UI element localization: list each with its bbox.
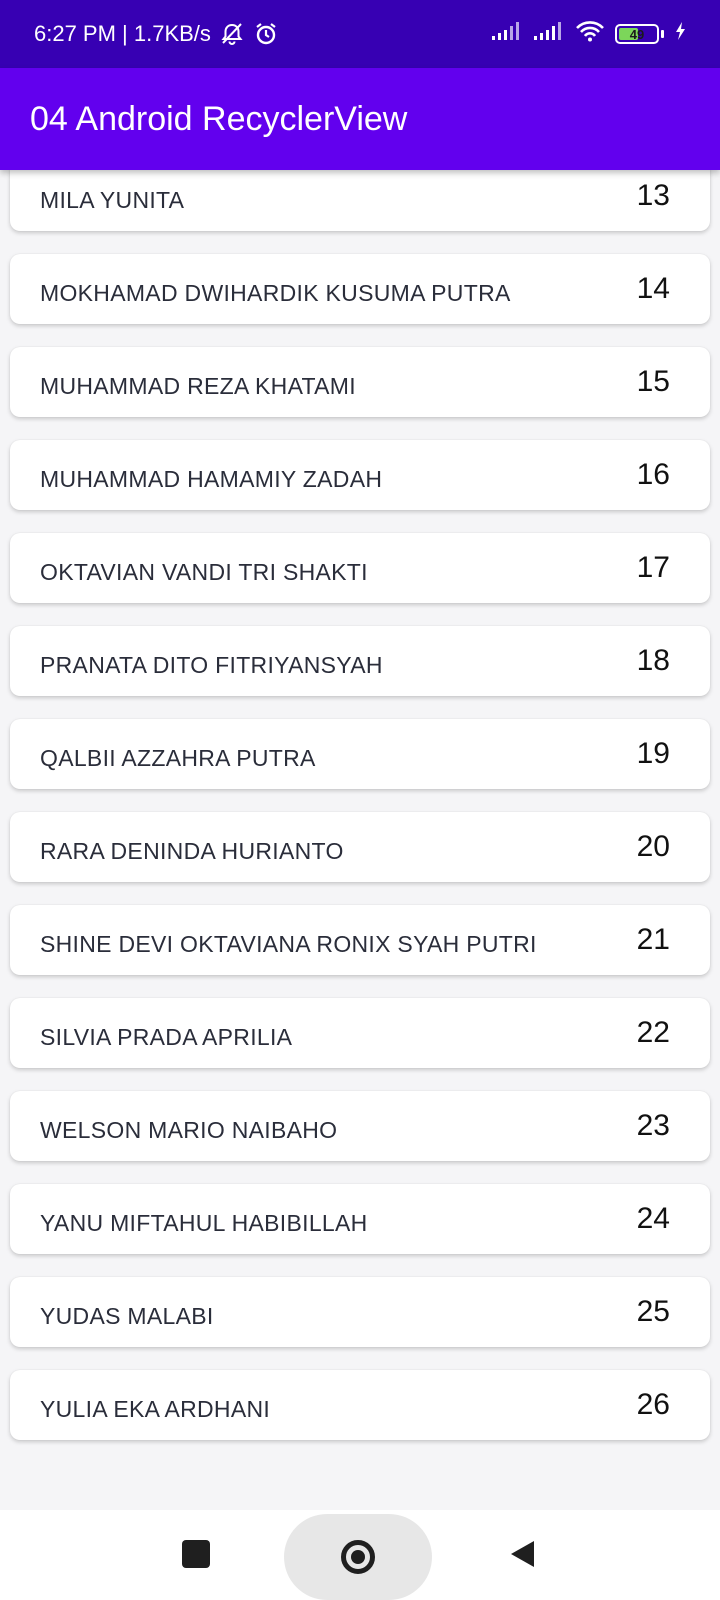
item-number: 17 bbox=[636, 551, 670, 584]
navigation-bar bbox=[0, 1510, 720, 1600]
battery-icon: 49 bbox=[615, 24, 659, 44]
status-left: 6:27 PM | 1.7KB/s bbox=[34, 21, 279, 47]
app-bar: 04 Android RecyclerView bbox=[0, 68, 720, 170]
item-number: 24 bbox=[636, 1202, 670, 1235]
signal-icon bbox=[491, 21, 523, 47]
wifi-icon bbox=[575, 20, 605, 48]
item-name: SILVIA PRADA APRILIA bbox=[40, 1024, 293, 1050]
item-name: MUHAMMAD REZA KHATAMI bbox=[40, 373, 356, 399]
list-item[interactable]: WELSON MARIO NAIBAHO 23 bbox=[10, 1091, 710, 1161]
item-name: MUHAMMAD HAMAMIY ZADAH bbox=[40, 466, 383, 492]
item-name: PRANATA DITO FITRIYANSYAH bbox=[40, 652, 383, 678]
status-right: 49 bbox=[491, 20, 686, 48]
list-item[interactable]: YUDAS MALABI 25 bbox=[10, 1277, 710, 1347]
home-circle-icon bbox=[341, 1540, 375, 1574]
list-item[interactable]: YULIA EKA ARDHANI 26 bbox=[10, 1370, 710, 1440]
list-container: 12MILA YUNITA13MOKHAMAD DWIHARDIK KUSUMA… bbox=[0, 170, 720, 1463]
item-number: 22 bbox=[636, 1016, 670, 1049]
item-name: YULIA EKA ARDHANI bbox=[40, 1396, 271, 1422]
list-item[interactable]: MOKHAMAD DWIHARDIK KUSUMA PUTRA 14 bbox=[10, 254, 710, 324]
list-item[interactable]: OKTAVIAN VANDI TRI SHAKTI 17 bbox=[10, 533, 710, 603]
list-item[interactable]: SILVIA PRADA APRILIA 22 bbox=[10, 998, 710, 1068]
item-number: 21 bbox=[636, 923, 670, 956]
recycler-view[interactable]: 12MILA YUNITA13MOKHAMAD DWIHARDIK KUSUMA… bbox=[0, 170, 720, 1510]
list-item[interactable]: RARA DENINDA HURIANTO 20 bbox=[10, 812, 710, 882]
item-number: 13 bbox=[636, 179, 670, 212]
item-name: YUDAS MALABI bbox=[40, 1303, 214, 1329]
item-number: 20 bbox=[636, 830, 670, 863]
charging-icon bbox=[674, 21, 686, 47]
status-bar: 6:27 PM | 1.7KB/s 49 bbox=[0, 0, 720, 68]
signal-icon bbox=[533, 21, 565, 47]
list-item[interactable]: MUHAMMAD REZA KHATAMI 15 bbox=[10, 347, 710, 417]
item-number: 15 bbox=[636, 365, 670, 398]
list-item[interactable]: PRANATA DITO FITRIYANSYAH 18 bbox=[10, 626, 710, 696]
item-number: 14 bbox=[636, 272, 670, 305]
item-name: WELSON MARIO NAIBAHO bbox=[40, 1117, 338, 1143]
item-number: 18 bbox=[636, 644, 670, 677]
alarm-icon bbox=[253, 21, 279, 47]
app-title: 04 Android RecyclerView bbox=[30, 99, 408, 138]
phone-screen: 6:27 PM | 1.7KB/s 49 04 Android Recycler… bbox=[0, 0, 720, 1600]
item-name: RARA DENINDA HURIANTO bbox=[40, 838, 344, 864]
battery-cap bbox=[661, 30, 664, 38]
back-triangle-icon[interactable] bbox=[506, 1538, 538, 1570]
item-name: SHINE DEVI OKTAVIANA RONIX SYAH PUTRI bbox=[40, 931, 537, 957]
list-item[interactable]: YANU MIFTAHUL HABIBILLAH 24 bbox=[10, 1184, 710, 1254]
home-button[interactable] bbox=[284, 1514, 432, 1600]
item-name: YANU MIFTAHUL HABIBILLAH bbox=[40, 1210, 368, 1236]
list-item[interactable]: SHINE DEVI OKTAVIANA RONIX SYAH PUTRI 21 bbox=[10, 905, 710, 975]
item-name: QALBII AZZAHRA PUTRA bbox=[40, 745, 316, 771]
recents-square-icon[interactable] bbox=[182, 1540, 210, 1568]
battery-level: 49 bbox=[629, 26, 645, 42]
item-number: 25 bbox=[636, 1295, 670, 1328]
item-number: 19 bbox=[636, 737, 670, 770]
muted-bell-icon bbox=[219, 21, 245, 47]
item-name: MILA YUNITA bbox=[40, 187, 185, 213]
list-item[interactable]: MILA YUNITA 13 bbox=[10, 170, 710, 231]
home-dot bbox=[351, 1550, 365, 1564]
item-number: 26 bbox=[636, 1388, 670, 1421]
item-number: 16 bbox=[636, 458, 670, 491]
list-item[interactable]: QALBII AZZAHRA PUTRA 19 bbox=[10, 719, 710, 789]
item-name: OKTAVIAN VANDI TRI SHAKTI bbox=[40, 559, 368, 585]
item-name: MOKHAMAD DWIHARDIK KUSUMA PUTRA bbox=[40, 280, 511, 306]
item-number: 23 bbox=[636, 1109, 670, 1142]
list-item[interactable]: MUHAMMAD HAMAMIY ZADAH 16 bbox=[10, 440, 710, 510]
status-time-speed: 6:27 PM | 1.7KB/s bbox=[34, 21, 211, 46]
